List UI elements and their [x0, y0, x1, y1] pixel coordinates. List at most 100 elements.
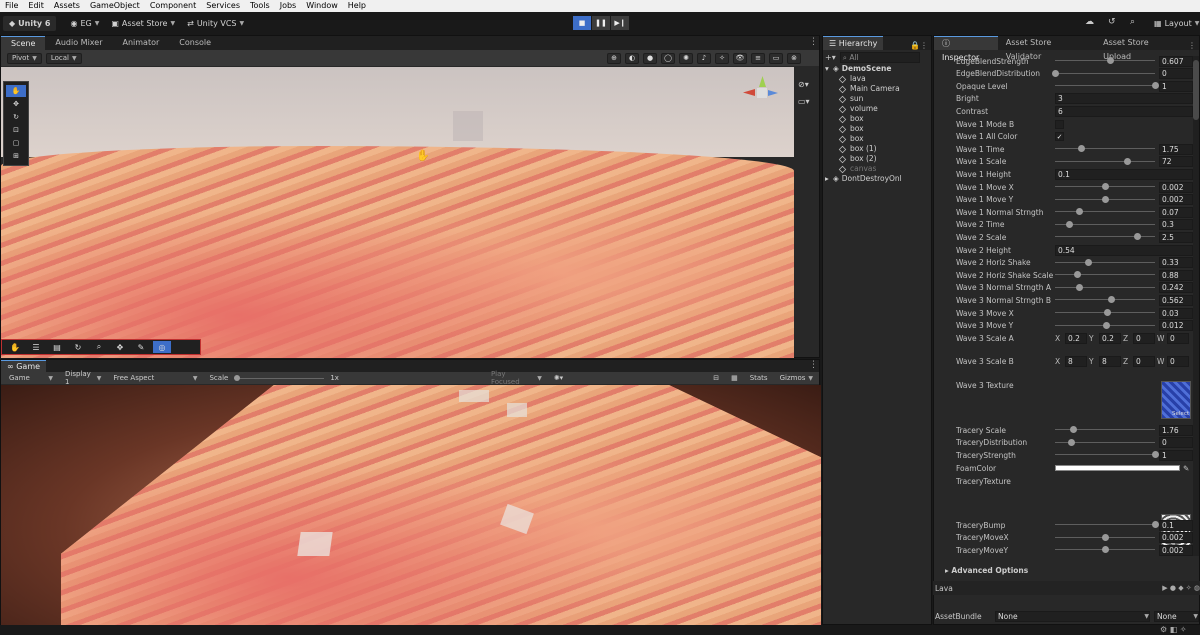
bottom-rotate-icon[interactable]: ↻ [69, 341, 87, 353]
wave3-scale-a-z[interactable]: 0 [1133, 332, 1155, 344]
property-slider[interactable] [1055, 206, 1155, 218]
step-button[interactable]: ▶❙ [611, 16, 629, 30]
bottom-paint-icon[interactable]: ✎ [132, 341, 150, 353]
property-value-field[interactable]: 2.5 [1159, 231, 1193, 243]
rect-tool-icon[interactable]: ▢ [6, 137, 26, 149]
scene-side-overlay-icon[interactable]: ▭▾ [798, 97, 818, 109]
unity-menu-button[interactable]: ◆ Unity 6 [3, 16, 57, 31]
property-value-field[interactable]: 0.242 [1159, 282, 1193, 294]
hierarchy-search-input[interactable]: ⌕ All [839, 51, 920, 63]
tab-audio-mixer[interactable]: Audio Mixer [45, 36, 112, 50]
property-value-field[interactable]: 1.75 [1159, 143, 1193, 155]
stats-button[interactable]: Stats [744, 374, 774, 382]
property-checkbox[interactable] [1055, 119, 1064, 129]
property-value-field[interactable]: 1 [1159, 449, 1193, 461]
menu-file[interactable]: File [0, 0, 23, 12]
effects-icon[interactable]: ✧ [715, 52, 729, 64]
hierarchy-item[interactable]: Main Camera [825, 84, 931, 94]
foam-color-swatch[interactable] [1055, 465, 1180, 471]
eyedropper-icon[interactable]: ✎ [1183, 464, 1189, 473]
wave3-scale-b-x[interactable]: 8 [1065, 355, 1087, 367]
property-value-field[interactable]: 0.3 [1159, 219, 1193, 231]
wave3-scale-a-w[interactable]: 0 [1167, 332, 1189, 344]
wave3-scale-b-y[interactable]: 8 [1099, 355, 1121, 367]
property-value-field[interactable]: 0.07 [1159, 206, 1193, 218]
property-field[interactable]: 6 [1055, 105, 1193, 117]
advanced-options-foldout[interactable]: ▸ Advanced Options [945, 566, 1028, 575]
visibility-icon[interactable]: 👁 [733, 52, 747, 64]
property-field[interactable]: 0.54 [1055, 244, 1193, 256]
preview-controls-icon[interactable]: ▶ ● ◆ ✧ ◍ [1162, 584, 1200, 592]
property-value-field[interactable]: 72 [1159, 156, 1193, 168]
property-value-field[interactable]: 0.33 [1159, 257, 1193, 269]
orientation-gizmo[interactable] [741, 76, 781, 116]
tab-console[interactable]: Console [169, 36, 221, 50]
tab-asset-store-upload[interactable]: Asset Store Upload [1097, 36, 1185, 61]
cloud-icon[interactable]: ☁ [1085, 17, 1094, 27]
scale-tool-icon[interactable]: ⊡ [6, 124, 26, 136]
display-dropdown[interactable]: Display 1 ▼ [59, 370, 107, 386]
wave3-scale-b-z[interactable]: 0 [1133, 355, 1155, 367]
pause-button[interactable]: ❚❚ [592, 16, 610, 30]
property-slider[interactable] [1052, 68, 1155, 80]
layers-icon[interactable]: ≡ [751, 52, 765, 64]
hierarchy-item[interactable]: box [825, 124, 931, 134]
bottom-compass-icon[interactable]: ◎ [153, 341, 171, 353]
property-slider[interactable] [1055, 143, 1155, 155]
property-value-field[interactable]: 1.76 [1159, 424, 1193, 436]
menu-edit[interactable]: Edit [23, 0, 49, 12]
scene-item-demoscene[interactable]: ▾ ◈ DemoScene [825, 64, 931, 74]
audio-toggle-icon[interactable]: ✺▾ [548, 374, 569, 382]
menu-window[interactable]: Window [301, 0, 343, 12]
history-icon[interactable]: ↺ [1108, 17, 1116, 27]
tab-game[interactable]: ∞ Game [1, 360, 47, 372]
bottom-hand-icon[interactable]: ✋ [6, 341, 24, 353]
global-icon[interactable]: ⊕ [607, 52, 621, 64]
wave3-scale-a-y[interactable]: 0.2 [1099, 332, 1121, 344]
menu-tools[interactable]: Tools [245, 0, 275, 12]
wave3-scale-a-x[interactable]: 0.2 [1065, 332, 1087, 344]
property-value-field[interactable]: 0.002 [1159, 194, 1193, 206]
wave3-scale-b-w[interactable]: 0 [1167, 355, 1189, 367]
wire-icon[interactable]: ◯ [661, 52, 675, 64]
hierarchy-item[interactable]: box [825, 134, 931, 144]
layout-button[interactable]: ▦ Layout ▼ [1148, 16, 1200, 31]
bottom-zoom-icon[interactable]: ⌕ [90, 341, 108, 353]
scale-slider[interactable] [234, 374, 325, 382]
hierarchy-item[interactable]: lava [825, 74, 931, 84]
lighting-icon[interactable]: ✺ [679, 52, 693, 64]
property-slider[interactable] [1055, 55, 1155, 67]
search-icon[interactable]: ⌕ [1130, 17, 1135, 27]
rotate-tool-icon[interactable]: ↻ [6, 111, 26, 123]
property-value-field[interactable]: 1 [1159, 80, 1193, 92]
property-value-field[interactable]: 0.002 [1159, 544, 1193, 556]
property-value-field[interactable]: 0.03 [1159, 307, 1193, 319]
property-slider[interactable] [1055, 156, 1155, 168]
property-slider[interactable] [1055, 449, 1159, 461]
bottom-snap-icon[interactable]: ▤ [48, 341, 66, 353]
property-field[interactable]: 0.1 [1055, 168, 1193, 180]
property-slider[interactable] [1055, 269, 1155, 281]
camera-icon[interactable]: ▭ [769, 52, 783, 64]
menu-component[interactable]: Component [145, 0, 201, 12]
hand-tool-icon[interactable]: ✋ [6, 85, 26, 97]
property-slider[interactable] [1055, 320, 1155, 332]
stop-button[interactable]: ■ [573, 16, 591, 30]
property-slider[interactable] [1055, 424, 1155, 436]
property-slider[interactable] [1055, 294, 1155, 306]
sphere-icon[interactable]: ● [643, 52, 657, 64]
property-slider[interactable] [1055, 194, 1155, 206]
property-slider[interactable] [1055, 519, 1159, 531]
aspect-dropdown[interactable]: Free Aspect ▼ [107, 374, 203, 382]
property-value-field[interactable]: 0.1 [1159, 519, 1193, 531]
property-value-field[interactable]: 0.562 [1159, 294, 1193, 306]
bottom-move-icon[interactable]: ✥ [111, 341, 129, 353]
property-slider[interactable] [1055, 257, 1155, 269]
account-button[interactable]: ◉ EG ▼ [64, 16, 105, 31]
menu-assets[interactable]: Assets [49, 0, 85, 12]
material-preview-bar[interactable]: Lava ▶ ● ◆ ✧ ◍ [933, 581, 1200, 595]
property-value-field[interactable]: 0.88 [1159, 269, 1193, 281]
property-slider[interactable] [1055, 532, 1155, 544]
hierarchy-item[interactable]: sun [825, 94, 931, 104]
inspector-more-icon[interactable]: ⋮ [1185, 41, 1199, 50]
